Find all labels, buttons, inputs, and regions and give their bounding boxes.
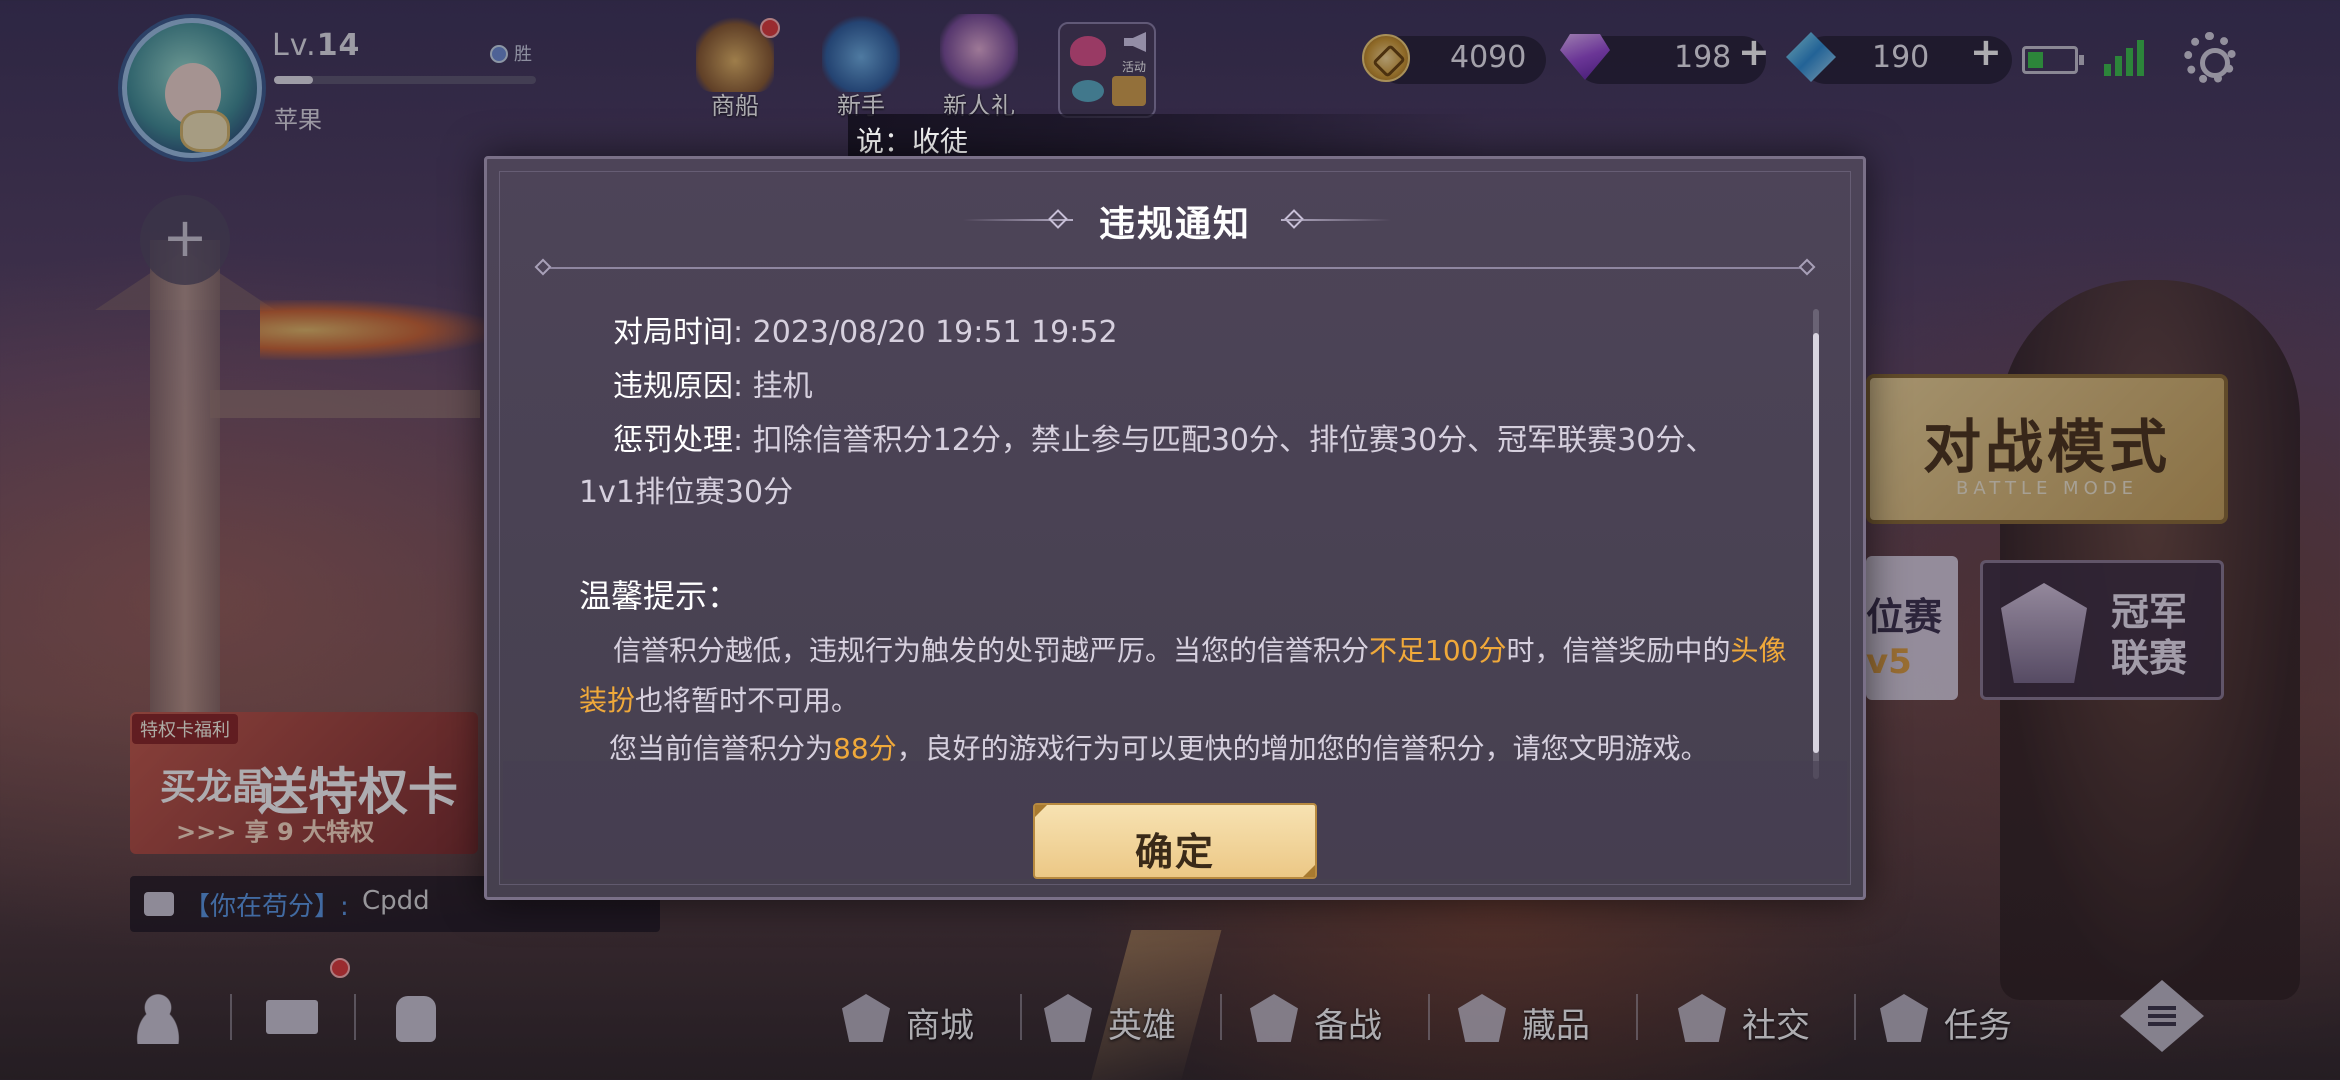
match-time-value: : 2023/08/20 19:51 19:52	[733, 315, 1118, 350]
penalty-value: : 扣除信誉积分12分，禁止参与匹配30分、排位赛30分、冠军联赛30分、	[733, 423, 1716, 458]
match-time-label: 对局时间	[613, 315, 733, 350]
dialog-content[interactable]: 对局时间: 2023/08/20 19:51 19:52 违规原因: 挂机 惩罚…	[579, 299, 1789, 769]
tips-title: 温馨提示：	[579, 577, 740, 615]
scrollbar-thumb[interactable]	[1813, 333, 1819, 753]
confirm-label: 确定	[1134, 830, 1215, 874]
dialog-title: 违规通知	[1098, 204, 1251, 245]
penalty-row: 惩罚处理: 扣除信誉积分12分，禁止参与匹配30分、排位赛30分、冠军联赛30分…	[613, 415, 1715, 459]
penalty-label: 惩罚处理	[613, 423, 733, 458]
separator-diamond-right	[1798, 258, 1816, 276]
tip1-part-c: 也将暂时不可用。	[635, 684, 860, 717]
reason-label: 违规原因	[613, 369, 733, 404]
tip1-part-b: 时，信誉奖励中的	[1506, 634, 1731, 667]
dialog-scrollbar[interactable]	[1813, 309, 1819, 779]
tip1-part-a: 信誉积分越低，违规行为触发的处罚越严厉。当您的信誉积分	[613, 634, 1370, 667]
separator-diamond-left	[534, 258, 552, 276]
match-time-row: 对局时间: 2023/08/20 19:51 19:52	[613, 307, 1118, 351]
confirm-button[interactable]: 确定	[1033, 803, 1317, 879]
broadcast-text: 说：收徒	[856, 125, 969, 158]
tip1-highlight-threshold: 不足100分	[1369, 634, 1507, 667]
violation-dialog: 违规通知 对局时间: 2023/08/20 19:51 19:52 违规原因: …	[484, 156, 1866, 900]
tip-line-1: 信誉积分越低，违规行为触发的处罚越严厉。当您的信誉积分不足100分时，信誉奖励中…	[613, 629, 1787, 669]
tip1-highlight-avatar: 头像	[1730, 634, 1787, 667]
broadcast-banner: 说：收徒	[848, 114, 1488, 158]
title-ornament-right	[1281, 219, 1391, 221]
reason-value: : 挂机	[733, 369, 813, 404]
penalty-row-continued: 1v1排位赛30分	[579, 475, 794, 510]
tip1-highlight-outfit: 装扮	[579, 684, 636, 717]
reason-row: 违规原因: 挂机	[613, 361, 813, 405]
title-separator	[543, 267, 1807, 269]
tip-line-1-continued: 装扮也将暂时不可用。	[579, 679, 859, 719]
